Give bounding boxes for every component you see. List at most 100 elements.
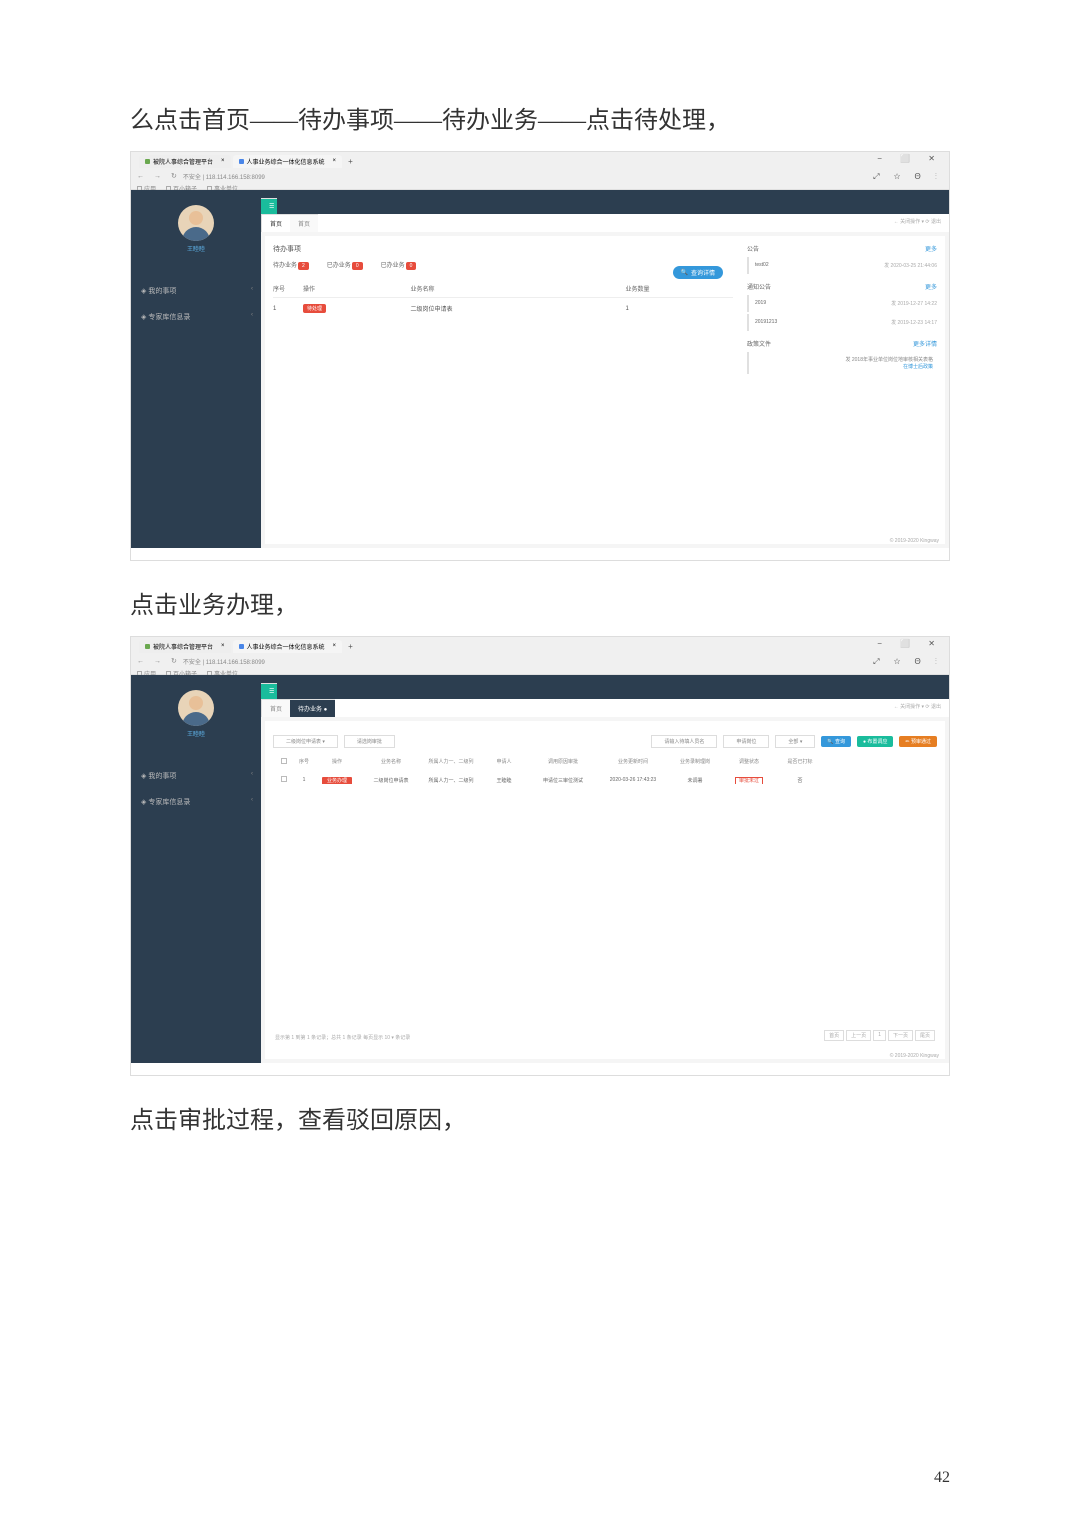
window-controls[interactable]: − ⬜ ✕ [877, 639, 943, 648]
table-row: 1 待处理 二级岗位申请表 1 [273, 298, 733, 319]
badge: 0 [352, 262, 363, 270]
chevron-left-icon: ‹ [251, 286, 253, 292]
filter-input[interactable]: 申请岗位 [723, 735, 769, 748]
app-tab-home[interactable]: ☰ [261, 198, 277, 214]
browser-menu-icons[interactable]: ⤢ ☆ Θ ⋮ [873, 657, 943, 667]
doc-item[interactable]: 发 2018年事业单位岗位地审核相关表格 在博士后政策 [747, 352, 937, 374]
pager-last[interactable]: 尾页 [915, 1030, 935, 1041]
panel-header: 公告 更多 [747, 244, 937, 253]
panel-header: 通知公告 更多 [747, 282, 937, 291]
filter-select[interactable]: 请选岗审批 [344, 735, 395, 748]
close-icon[interactable]: × [221, 158, 225, 164]
list-item[interactable]: 2019 发 2019-12-27 14:22 [747, 295, 937, 312]
doc-link[interactable]: 在博士后政策 [755, 363, 933, 370]
browser-tab-1[interactable]: 被院人事综合管理平台 × [139, 155, 231, 168]
app-tab-controls[interactable]: ← 关闭操作 ▾ ⟳ 退出 [886, 214, 949, 232]
review-button[interactable]: ✏ 预审通过 [899, 736, 937, 747]
app-tab-active[interactable]: 待办业务 ● [290, 699, 335, 717]
chevron-left-icon: ‹ [251, 797, 253, 803]
pager-next[interactable]: 下一页 [888, 1030, 913, 1041]
instruction-1: 么点击首页——待办事项——待办业务——点击待处理， [130, 100, 950, 135]
app-tab[interactable]: 首页 [290, 214, 318, 232]
checkbox-all[interactable] [281, 758, 287, 764]
pager-first[interactable]: 首页 [824, 1030, 844, 1041]
filter-select[interactable]: 二级岗位申请表 ▾ [273, 735, 338, 748]
favicon-icon [239, 159, 244, 164]
pager-page[interactable]: 1 [873, 1030, 886, 1041]
stat-done[interactable]: 已办业务0 [327, 260, 363, 270]
screenshot-1: 被院人事综合管理平台 × 人事业务综合一体化信息系统 × + − ⬜ ✕ ← →… [130, 151, 950, 561]
address-bar[interactable]: 不安全 | 118.114.166.158:8099 [183, 172, 265, 181]
favicon-icon [145, 159, 150, 164]
datagrid-row: 1 业务办理 二级岗位申请表 所属人力一、二级列 王睦睦 申请位三审位测试 20… [273, 770, 937, 790]
sidebar-item-expert-db[interactable]: ◈ 专家库信息录 ‹ [131, 789, 261, 815]
nav-arrows[interactable]: ← → [137, 658, 165, 665]
new-tab-button[interactable]: + [348, 642, 353, 651]
footer-copyright: © 2019-2020 Kingway [890, 538, 939, 544]
filter-select[interactable]: 全部 ▾ [775, 735, 815, 748]
avatar[interactable] [178, 205, 214, 241]
avatar[interactable] [178, 690, 214, 726]
list-item[interactable]: test02 发 2020-03-25 21:44:06 [747, 257, 937, 274]
query-button[interactable]: 🔍 查询 [821, 736, 851, 747]
nav-arrows[interactable]: ← → [137, 173, 165, 180]
sidebar: 王睦睦 ◈ 我的事项 ‹ ◈ 专家库信息录 ‹ [131, 675, 261, 1063]
filter-input[interactable]: 请输入待填人员名 [651, 735, 717, 748]
more-link[interactable]: 更多详情 [913, 339, 937, 348]
screenshot-2: 被院人事综合管理平台 × 人事业务综合一体化信息系统 × + − ⬜ ✕ ← →… [130, 636, 950, 1076]
chevron-left-icon: ‹ [251, 771, 253, 777]
biz-count: 1 [626, 306, 734, 312]
sidebar-item-expert-db[interactable]: ◈ 专家库信息录 ‹ [131, 304, 261, 330]
chevron-left-icon: ‹ [251, 312, 253, 318]
sidebar-item-my-tasks[interactable]: ◈ 我的事项 ‹ [131, 278, 261, 304]
stat-done[interactable]: 已办业务0 [381, 260, 417, 270]
reload-icon[interactable]: ↻ [171, 657, 177, 665]
query-detail-button[interactable]: 🔍 查询详情 [673, 266, 724, 279]
biz-name: 二级岗位申请表 [411, 304, 626, 313]
browser-tab-2[interactable]: 人事业务综合一体化信息系统 × [233, 640, 343, 653]
more-link[interactable]: 更多 [925, 282, 937, 291]
app-tab[interactable]: 首页 [261, 699, 290, 717]
favicon-icon [239, 644, 244, 649]
browser-tab-2[interactable]: 人事业务综合一体化信息系统 × [233, 155, 343, 168]
sidebar: 王睦睦 ◈ 我的事项 ‹ ◈ 专家库信息录 ‹ [131, 190, 261, 548]
sidebar-item-my-tasks[interactable]: ◈ 我的事项 ‹ [131, 763, 261, 789]
pager-info: 显示第 1 到第 1 条记录；总共 1 条记录 每页显示 10 ▾ 条记录 [275, 1034, 410, 1041]
avatar-name: 王睦睦 [187, 244, 205, 253]
badge: 0 [406, 262, 417, 270]
process-button[interactable]: 业务办理 [322, 777, 352, 784]
browser-chrome: 被院人事综合管理平台 × 人事业务综合一体化信息系统 × + − ⬜ ✕ ← →… [131, 637, 949, 675]
close-icon[interactable]: × [333, 643, 337, 649]
instruction-3: 点击审批过程，查看驳回原因， [130, 1100, 950, 1135]
tab-label: 被院人事综合管理平台 [153, 642, 213, 651]
more-link[interactable]: 更多 [925, 244, 937, 253]
panel-header: 政策文件 更多详情 [747, 339, 937, 348]
section-title: 待办事项 [273, 244, 733, 254]
browser-chrome: 被院人事综合管理平台 × 人事业务综合一体化信息系统 × + − ⬜ ✕ ← →… [131, 152, 949, 190]
app-tab-controls[interactable]: ← 关闭操作 ▾ ⟳ 退出 [886, 699, 949, 717]
reset-button[interactable]: ● 布置调应 [857, 736, 893, 747]
search-icon: 🔍 [827, 739, 833, 745]
app-tab-home[interactable]: ☰ [261, 683, 277, 699]
checkbox[interactable] [281, 776, 287, 782]
instruction-2: 点击业务办理， [130, 585, 950, 620]
new-tab-button[interactable]: + [348, 157, 353, 166]
pending-button[interactable]: 待处理 [303, 304, 326, 313]
pager: 首页 上一页 1 下一页 尾页 [824, 1030, 935, 1041]
tab-label: 被院人事综合管理平台 [153, 157, 213, 166]
close-icon[interactable]: × [221, 643, 225, 649]
app-tab[interactable]: 首页 [261, 214, 290, 232]
favicon-icon [145, 644, 150, 649]
browser-tab-1[interactable]: 被院人事综合管理平台 × [139, 640, 231, 653]
close-icon[interactable]: × [333, 158, 337, 164]
browser-menu-icons[interactable]: ⤢ ☆ Θ ⋮ [873, 172, 943, 182]
avatar-name: 王睦睦 [187, 729, 205, 738]
address-bar[interactable]: 不安全 | 118.114.166.158:8099 [183, 657, 265, 666]
window-controls[interactable]: − ⬜ ✕ [877, 154, 943, 163]
pager-prev[interactable]: 上一页 [846, 1030, 871, 1041]
search-icon: 🔍 [681, 269, 688, 276]
reload-icon[interactable]: ↻ [171, 172, 177, 180]
list-item[interactable]: 20191213 发 2019-12-23 14:17 [747, 314, 937, 331]
tab-label: 人事业务综合一体化信息系统 [247, 642, 325, 651]
stat-pending[interactable]: 待办业务2 [273, 260, 309, 270]
